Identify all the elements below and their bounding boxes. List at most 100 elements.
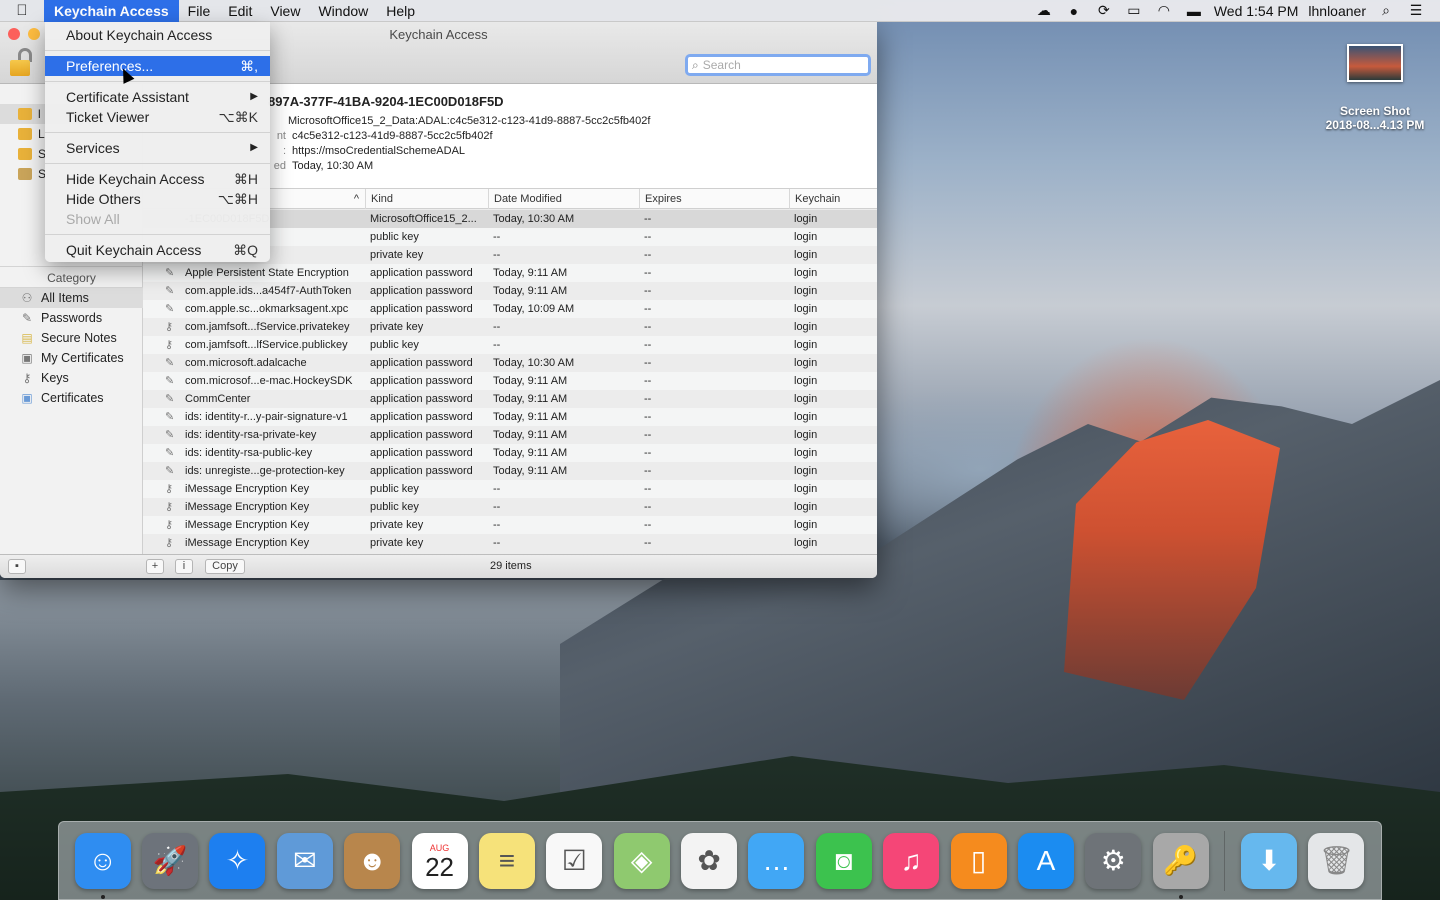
column-kind[interactable]: Kind	[365, 189, 488, 209]
wifi-icon[interactable]: ◠	[1154, 2, 1174, 19]
category-certificates[interactable]: ▣ Certificates	[0, 388, 143, 408]
category-label: Certificates	[41, 391, 104, 405]
cell-kind: application password	[370, 357, 473, 369]
password-icon: ✎	[165, 465, 175, 477]
get-info-button[interactable]: i	[175, 559, 193, 574]
column-date-modified[interactable]: Date Modified	[488, 189, 639, 209]
cell-date: Today, 9:11 AM	[493, 447, 568, 459]
messages-icon[interactable]: …	[748, 832, 805, 889]
spotlight-icon[interactable]: ⌕	[1376, 2, 1396, 19]
cell-expires: --	[644, 231, 652, 243]
copy-button[interactable]: Copy	[205, 559, 245, 574]
table-row[interactable]: ✎ CommCenter application password Today, 9:…	[143, 390, 877, 408]
notes-icon[interactable]: ≡	[478, 832, 535, 889]
downloads-icon[interactable]: ⬇	[1241, 832, 1298, 889]
system-preferences-icon[interactable]: ⚙	[1085, 832, 1142, 889]
menu-item-ticket-viewer[interactable]: Ticket Viewer ⌥⌘K	[45, 107, 270, 127]
cell-keychain: login	[794, 429, 818, 441]
keychain-access-icon[interactable]: 🔑	[1152, 832, 1209, 899]
cell-keychain: login	[794, 393, 818, 405]
cell-kind: public key	[370, 231, 419, 243]
airplay-icon[interactable]: ▭	[1124, 2, 1144, 19]
menu-window[interactable]: Window	[309, 0, 377, 22]
category-keys[interactable]: ⚷ Keys	[0, 368, 143, 388]
table-row[interactable]: ✎ Apple Persistent State Encryption applic…	[143, 264, 877, 282]
table-row[interactable]: ⚷ iMessage Encryption Key private key -- -- l…	[143, 534, 877, 552]
safari-icon[interactable]: ✧	[209, 832, 266, 889]
category-label: All Items	[41, 291, 89, 305]
table-row[interactable]: ✎ com.microsof...e-mac.HockeySDK applicati…	[143, 372, 877, 390]
itunes-icon[interactable]: ♫	[883, 832, 940, 889]
cell-date: Today, 9:11 AM	[493, 375, 568, 387]
table-row[interactable]: ✎ ids: identity-rsa-private-key applicatio…	[143, 426, 877, 444]
unlock-icon[interactable]	[10, 48, 34, 76]
app-store-icon[interactable]: A	[1017, 832, 1074, 889]
table-row[interactable]: ✎ com.apple.ids...a454f7-AuthToken applica…	[143, 282, 877, 300]
menu-item-preferences[interactable]: Preferences... ⌘,	[45, 56, 270, 76]
table-row[interactable]: ⚷ iMessage Encryption Key public key -- -- lo…	[143, 498, 877, 516]
sidebar-toggle-button[interactable]: ▪	[8, 559, 26, 574]
launchpad-icon[interactable]: 🚀	[142, 832, 199, 889]
menu-item-certificate-assistant[interactable]: Certificate Assistant ▶	[45, 87, 270, 107]
cell-kind: private key	[370, 537, 424, 549]
apple-menu-icon[interactable]: 	[0, 2, 44, 19]
cell-name: ids: unregiste...ge-protection-key	[185, 465, 345, 477]
column-expires[interactable]: Expires	[639, 189, 789, 209]
menu-item-hide-app[interactable]: Hide Keychain Access ⌘H	[45, 169, 270, 189]
cell-expires: --	[644, 447, 652, 459]
menu-item-quit[interactable]: Quit Keychain Access ⌘Q	[45, 240, 270, 260]
battery-icon[interactable]: ▬	[1184, 3, 1204, 19]
menubar-user[interactable]: lhnloaner	[1308, 3, 1366, 19]
menubar-clock[interactable]: Wed 1:54 PM	[1214, 3, 1299, 19]
cell-kind: MicrosoftOffice15_2...	[370, 213, 477, 225]
menu-file[interactable]: File	[179, 0, 220, 22]
cloud-icon[interactable]: ●	[1064, 3, 1084, 19]
finder-icon[interactable]: ☺	[74, 832, 131, 899]
reminders-icon[interactable]: ☑	[546, 832, 603, 889]
add-item-button[interactable]: +	[146, 559, 164, 574]
mail-icon[interactable]: ✉	[276, 832, 333, 889]
menu-view[interactable]: View	[261, 0, 309, 22]
calendar-icon[interactable]: AUG 22	[411, 832, 468, 889]
cell-kind: private key	[370, 321, 424, 333]
cell-date: Today, 10:30 AM	[493, 357, 575, 369]
cell-keychain: login	[794, 537, 818, 549]
category-my-certificates[interactable]: ▣ My Certificates	[0, 348, 143, 368]
contacts-icon[interactable]: ☻	[344, 832, 401, 889]
category-all-items[interactable]: ⚇ All Items	[0, 288, 143, 308]
table-row[interactable]: ✎ ids: identity-r...y-pair-signature-v1 ap…	[143, 408, 877, 426]
notification-center-icon[interactable]: ☰	[1406, 2, 1426, 19]
column-keychain[interactable]: Keychain	[789, 189, 877, 209]
cell-kind: application password	[370, 447, 473, 459]
table-row[interactable]: ✎ ids: identity-rsa-public-key application…	[143, 444, 877, 462]
maps-icon[interactable]: ◈	[613, 832, 670, 889]
ibooks-icon[interactable]: ▯	[950, 832, 1007, 889]
window-bottom-bar: ▪ + i Copy 29 items	[0, 554, 877, 578]
app-menu[interactable]: Keychain Access	[44, 0, 179, 22]
sync-icon[interactable]: ⟳	[1094, 2, 1114, 19]
search-input[interactable]: ⌕ Search	[685, 54, 871, 76]
menu-item-about[interactable]: About Keychain Access	[45, 25, 270, 45]
table-row[interactable]: ⚷ com.jamfsoft...lfService.publickey publi…	[143, 336, 877, 354]
table-row[interactable]: ⚷ iMessage Encryption Key public key -- -- lo…	[143, 480, 877, 498]
desktop-screenshot-file[interactable]: Screen Shot 2018-08...4.13 PM	[1320, 44, 1430, 132]
table-row[interactable]: ✎ com.microsoft.adalcache application pass…	[143, 354, 877, 372]
menu-item-services[interactable]: Services ▶	[45, 138, 270, 158]
photos-icon[interactable]: ✿	[681, 832, 738, 889]
table-row[interactable]: ✎ ids: unregiste...ge-protection-key appli…	[143, 462, 877, 480]
cell-keychain: login	[794, 465, 818, 477]
cell-date: Today, 9:11 AM	[493, 393, 568, 405]
cell-expires: --	[644, 483, 652, 495]
creative-cloud-icon[interactable]: ☁	[1034, 2, 1054, 19]
table-row[interactable]: ⚷ com.jamfsoft...fService.privatekey priva…	[143, 318, 877, 336]
table-row[interactable]: ✎ com.apple.sc...okmarksagent.xpc applicat…	[143, 300, 877, 318]
category-passwords[interactable]: ✎ Passwords	[0, 308, 143, 328]
menu-edit[interactable]: Edit	[219, 0, 261, 22]
facetime-icon[interactable]: ◙	[815, 832, 872, 889]
menu-help[interactable]: Help	[377, 0, 424, 22]
trash-icon[interactable]: 🗑	[1308, 832, 1365, 889]
cell-expires: --	[644, 249, 652, 261]
menu-item-hide-others[interactable]: Hide Others ⌥⌘H	[45, 189, 270, 209]
category-secure-notes[interactable]: ▤ Secure Notes	[0, 328, 143, 348]
table-row[interactable]: ⚷ iMessage Encryption Key private key -- -- l…	[143, 516, 877, 534]
